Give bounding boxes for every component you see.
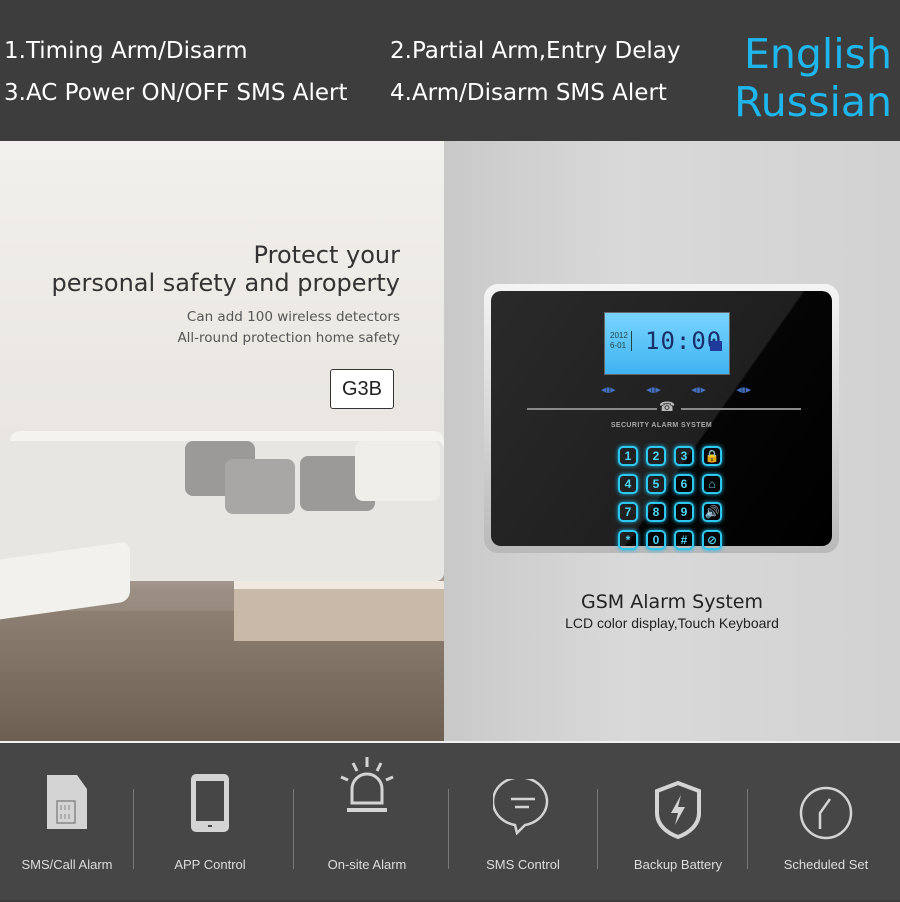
feature-backup-battery: Backup Battery <box>618 743 738 902</box>
pillow <box>225 459 295 514</box>
keypad-key[interactable]: # <box>674 530 694 550</box>
coffee-table <box>234 581 444 641</box>
led-icon: ◀▮▶ <box>601 387 616 394</box>
separator <box>597 789 598 869</box>
shield-bolt-icon <box>655 781 701 839</box>
keypad-key[interactable]: * <box>618 530 638 550</box>
headline-1: Protect your <box>253 241 400 269</box>
hero: Protect your personal safety and propert… <box>0 141 900 741</box>
feature-label: APP Control <box>174 857 246 872</box>
keypad-key[interactable]: 0 <box>646 530 666 550</box>
smartphone-icon <box>191 774 229 832</box>
led-icon: ◀▮▶ <box>646 387 661 394</box>
keypad-key[interactable]: 🔒 <box>702 446 722 466</box>
product-subtitle: LCD color display,Touch Keyboard <box>565 615 779 631</box>
keypad-key[interactable]: ⌂ <box>702 474 722 494</box>
unlock-icon <box>710 341 722 351</box>
living-room-photo: Protect your personal safety and propert… <box>0 141 444 741</box>
lcd-day: 6-01 <box>610 341 627 350</box>
keypad-key[interactable]: 1 <box>618 446 638 466</box>
feature-onsite-alarm: On-site Alarm <box>307 743 427 902</box>
keypad: 1 2 3 🔒 4 5 6 ⌂ 7 8 9 🔊 * 0 # ⊘ <box>618 446 722 550</box>
separator <box>747 789 748 869</box>
keypad-key[interactable]: 8 <box>646 502 666 522</box>
panel-brand: SECURITY ALARM SYSTEM <box>610 422 713 429</box>
lcd-display: 2012 6-01 10:00 <box>604 312 730 375</box>
feature-label: SMS/Call Alarm <box>21 857 113 872</box>
divider <box>681 408 801 410</box>
language-english: English <box>743 30 892 78</box>
keypad-key[interactable]: 🔊 <box>702 502 722 522</box>
sub-1: Can add 100 wireless detectors <box>186 309 400 325</box>
separator <box>293 789 294 869</box>
promo-text: Protect your personal safety and propert… <box>52 241 400 349</box>
separator <box>133 789 134 869</box>
product-caption: GSM Alarm System LCD color display,Touch… <box>444 591 900 631</box>
feature-2: 2.Partial Arm,Entry Delay <box>390 38 681 64</box>
keypad-key[interactable]: 9 <box>674 502 694 522</box>
sim-card-icon <box>47 775 87 829</box>
led-icon: ◀▮▶ <box>691 387 706 394</box>
status-leds: ◀▮▶ ◀▮▶ ◀▮▶ ◀▮▶ <box>601 386 751 394</box>
feature-1: 1.Timing Arm/Disarm <box>4 38 248 64</box>
lcd-year: 2012 <box>610 331 628 340</box>
language-russian: Russian <box>734 78 892 126</box>
keypad-key[interactable]: 4 <box>618 474 638 494</box>
sub-2: All-round protection home safety <box>177 330 400 346</box>
feature-app-control: APP Control <box>150 743 270 902</box>
keypad-key[interactable]: ⊘ <box>702 530 722 550</box>
feature-4: 4.Arm/Disarm SMS Alert <box>390 80 667 106</box>
feature-label: Scheduled Set <box>783 857 869 872</box>
header-band: 1.Timing Arm/Disarm 2.Partial Arm,Entry … <box>0 0 900 141</box>
keypad-key[interactable]: 7 <box>618 502 638 522</box>
feature-label: SMS Control <box>486 857 560 872</box>
lcd-date: 2012 6-01 <box>610 331 632 351</box>
keypad-key[interactable]: 5 <box>646 474 666 494</box>
feature-sms-control: SMS Control <box>463 743 583 902</box>
keypad-key[interactable]: 3 <box>674 446 694 466</box>
feature-label: On-site Alarm <box>327 857 407 872</box>
phone-icon: ☎ <box>659 399 676 414</box>
chat-bubble-icon <box>493 779 549 835</box>
separator <box>448 789 449 869</box>
divider <box>527 408 657 410</box>
alarm-panel: 2012 6-01 10:00 ◀▮▶ ◀▮▶ ◀▮▶ ◀▮▶ ☎ SECURITY A… <box>484 284 839 553</box>
feature-3: 3.AC Power ON/OFF SMS Alert <box>4 80 348 106</box>
clock-icon <box>799 786 853 840</box>
siren-icon <box>340 757 394 812</box>
pillow <box>355 441 440 501</box>
feature-bar: SMS/Call Alarm APP Control On-site Alarm… <box>0 741 900 900</box>
model-badge: G3B <box>330 369 394 409</box>
product-title: GSM Alarm System <box>580 591 763 613</box>
keypad-key[interactable]: 6 <box>674 474 694 494</box>
feature-label: Backup Battery <box>633 857 723 872</box>
feature-scheduled-set: Scheduled Set <box>766 743 886 902</box>
keypad-key[interactable]: 2 <box>646 446 666 466</box>
headline-2: personal safety and property <box>51 269 400 297</box>
led-icon: ◀▮▶ <box>736 387 751 394</box>
feature-sms-call: SMS/Call Alarm <box>7 743 127 902</box>
